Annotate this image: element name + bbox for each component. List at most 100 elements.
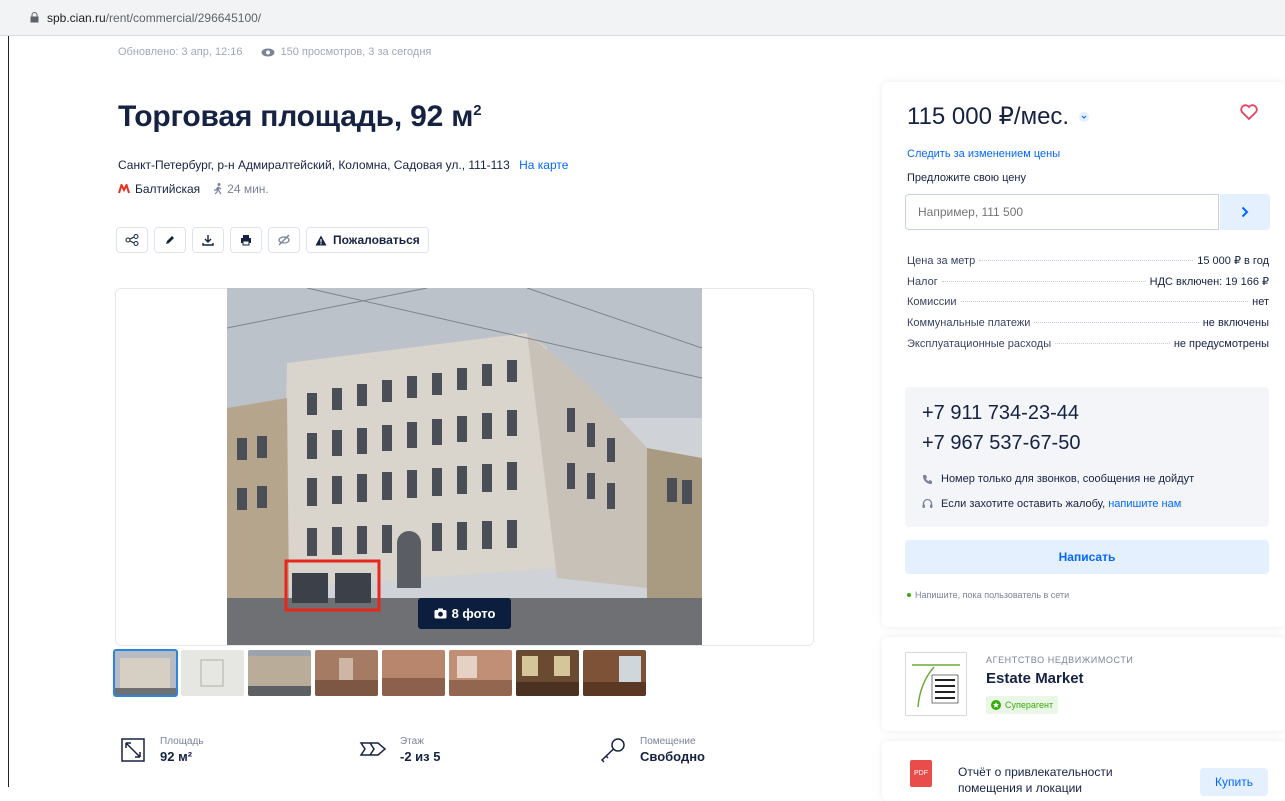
online-hint: Напишите, пока пользователь в сети <box>907 590 1069 600</box>
complaint-text: Если захотите оставить жалобу, <box>941 498 1106 510</box>
thumbnail[interactable] <box>382 650 445 696</box>
feature-value: -2 из 5 <box>400 749 441 764</box>
photo-count-badge[interactable]: 8 фото <box>418 598 511 629</box>
thumbnail[interactable] <box>248 650 311 696</box>
share-button[interactable] <box>116 227 148 253</box>
term-value: 15 000 ₽ в год <box>1197 255 1269 267</box>
building-photo-illustration <box>227 288 702 645</box>
metro-station[interactable]: Балтийская <box>135 182 200 196</box>
term-value: нет <box>1252 296 1269 308</box>
headset-icon <box>922 498 933 508</box>
metro-info: Балтийская 24 мин. <box>118 182 269 196</box>
calls-only-note: Номер только для звонков, сообщения не д… <box>922 473 1194 485</box>
edit-button[interactable] <box>154 227 186 253</box>
report-button[interactable]: Пожаловаться <box>306 227 429 253</box>
feature-value: 92 м² <box>160 749 193 764</box>
offer-price-input[interactable] <box>905 194 1219 230</box>
write-us-link[interactable]: напишите нам <box>1108 498 1181 510</box>
calls-only-text: Номер только для звонков, сообщения не д… <box>941 473 1195 485</box>
price: 115 000 ₽/мес. <box>907 102 1090 131</box>
write-message-button[interactable]: Написать <box>905 540 1269 574</box>
phone-icon <box>923 474 932 484</box>
lock-icon <box>30 12 39 23</box>
main-photo[interactable] <box>227 288 702 645</box>
url-text[interactable]: spb.cian.ru/rent/commercial/296645100/ <box>47 11 261 25</box>
buy-report-button[interactable]: Купить <box>1200 768 1268 796</box>
thumbnail[interactable] <box>113 649 178 697</box>
feature-label: Площадь <box>160 736 204 747</box>
feature-floor: Этаж -2 из 5 <box>358 735 598 765</box>
eye-icon <box>261 48 274 56</box>
phone-number[interactable]: +7 911 734-23-44 <box>922 402 1079 425</box>
term-key: Цена за метр <box>907 255 976 267</box>
offer-label: Предложите свою цену <box>907 172 1026 184</box>
share-icon <box>125 234 139 246</box>
term-value: не предусмотрены <box>1173 338 1269 350</box>
page-edge <box>8 36 9 787</box>
complaint-note: Если захотите оставить жалобу, напишите … <box>922 498 1181 510</box>
stairs-icon <box>359 742 387 756</box>
agency-name[interactable]: Estate Market <box>986 670 1084 687</box>
address-text: Санкт-Петербург, р-н Адмиралтейский, Кол… <box>118 158 510 172</box>
heart-icon[interactable] <box>1240 104 1258 120</box>
online-dot-icon <box>907 593 911 597</box>
online-hint-text: Напишите, пока пользователь в сети <box>915 590 1070 600</box>
superagent-badge: Суперагент <box>986 696 1059 714</box>
map-link[interactable]: На карте <box>519 158 568 172</box>
print-icon <box>241 235 251 246</box>
area-icon <box>121 738 145 762</box>
warning-icon <box>315 235 327 245</box>
print-button[interactable] <box>230 227 262 253</box>
camera-icon <box>434 608 447 619</box>
updated-text: Обновлено: 3 апр, 12:16 <box>118 46 243 58</box>
term-row: Комиссии нет <box>907 296 1269 317</box>
feature-label: Этаж <box>400 736 424 747</box>
listing-toolbar: Пожаловаться <box>116 227 429 253</box>
photo-count: 8 фото <box>451 606 496 621</box>
price-value: 115 000 ₽/мес. <box>907 103 1070 130</box>
feature-premises: Помещение Свободно <box>598 735 838 765</box>
chevron-down-icon[interactable] <box>1079 111 1090 122</box>
term-key: Налог <box>907 276 938 288</box>
thumbnail-strip <box>113 649 646 697</box>
browser-address-bar[interactable]: spb.cian.ru/rent/commercial/296645100/ <box>0 0 1285 36</box>
hide-button[interactable] <box>268 227 300 253</box>
term-row: Эксплуатационные расходы не предусмотрены <box>907 338 1269 359</box>
thumbnail[interactable] <box>449 650 512 696</box>
term-key: Коммунальные платежи <box>907 317 1031 329</box>
term-key: Эксплуатационные расходы <box>907 338 1052 350</box>
feature-value: Свободно <box>640 749 705 764</box>
thumbnail[interactable] <box>583 650 646 696</box>
phone-number[interactable]: +7 967 537-67-50 <box>922 432 1080 455</box>
agency-caption: АГЕНТСТВО НЕДВИЖИМОСТИ <box>986 655 1134 665</box>
report-title: Отчёт о привлекательности помещения и ло… <box>958 765 1113 795</box>
pencil-icon <box>166 236 174 244</box>
page-title: Торговая площадь, 92 м2 <box>118 100 482 133</box>
thumbnail[interactable] <box>315 650 378 696</box>
feature-area: Площадь 92 м² <box>118 735 358 765</box>
agency-logo[interactable] <box>905 652 967 716</box>
term-value: НДС включен: 19 166 ₽ <box>1149 276 1269 288</box>
term-key: Комиссии <box>907 296 957 308</box>
chevron-right-icon <box>1241 206 1249 218</box>
walk-icon <box>214 183 222 195</box>
views-text: 150 просмотров, 3 за сегодня <box>280 46 432 58</box>
thumbnail[interactable] <box>516 650 579 696</box>
term-value: не включены <box>1202 317 1269 329</box>
superagent-label: Суперагент <box>1005 700 1054 710</box>
follow-price-link[interactable]: Следить за изменением цены <box>907 148 1060 160</box>
key-icon <box>600 738 625 763</box>
download-button[interactable] <box>192 227 224 253</box>
star-badge-icon <box>991 700 1001 710</box>
term-row: Налог НДС включен: 19 166 ₽ <box>907 275 1269 296</box>
pdf-icon: PDF <box>910 760 932 787</box>
report-label: Пожаловаться <box>333 233 420 247</box>
feature-label: Помещение <box>640 736 696 747</box>
term-row: Цена за метр 15 000 ₽ в год <box>907 254 1269 275</box>
hide-icon <box>278 234 290 246</box>
download-icon <box>202 235 214 246</box>
offer-submit-button[interactable] <box>1220 194 1270 230</box>
thumbnail[interactable] <box>181 650 244 696</box>
metro-time: 24 мин. <box>227 182 269 196</box>
terms-list: Цена за метр 15 000 ₽ в год Налог НДС вклю… <box>907 254 1269 359</box>
